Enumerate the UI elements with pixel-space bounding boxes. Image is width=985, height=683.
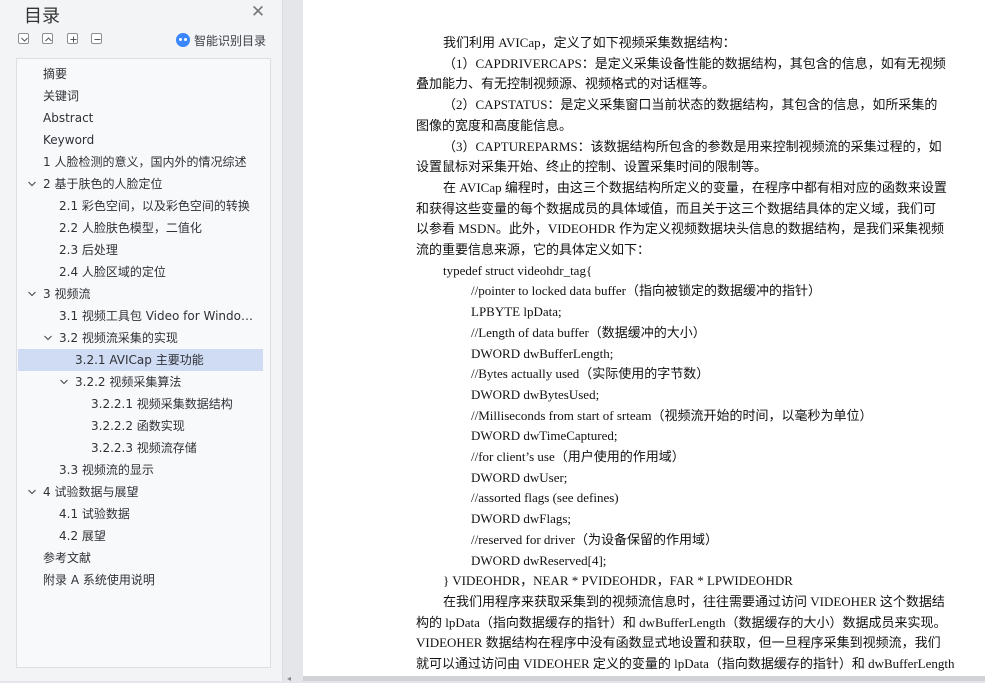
toc-item[interactable]: 2.4 人脸区域的定位 bbox=[18, 261, 263, 283]
toc-item[interactable]: 3.2.2 视频采集算法 bbox=[18, 371, 263, 393]
toc-item[interactable]: 3.3 视频流的显示 bbox=[18, 459, 263, 481]
document-line: 以参看 MSDN。此外，VIDEOHDR 作为定义视频数据块头信息的数据结构，是… bbox=[416, 221, 944, 237]
chevron-down-icon[interactable] bbox=[43, 333, 53, 343]
toc-item[interactable]: 2.1 彩色空间，以及彩色空间的转换 bbox=[18, 195, 263, 217]
document-line: 我们利用 AVICap，定义了如下视频采集数据结构： bbox=[443, 35, 736, 50]
document-line: DWORD dwFlags; bbox=[471, 511, 572, 527]
document-line: 和获得这些变量的每个数据成员的具体域值，而且关于这三个数据结具体的定义域，我们可 bbox=[416, 200, 937, 216]
document-line: 在我们用程序来获取采集到的视频流信息时，往往需要通过访问 VIDEOHER 这个… bbox=[443, 593, 945, 609]
document-line: 构的 lpData（指向数据缓存的指针）和 dwBufferLength（数据缓… bbox=[416, 614, 947, 630]
document-page[interactable]: 我们利用 AVICap，定义了如下视频采集数据结构： （1）CAPDRIVERCA… bbox=[303, 0, 985, 681]
toc-item-label: 3 视频流 bbox=[43, 287, 91, 301]
document-line: DWORD dwReserved[4]; bbox=[471, 552, 607, 568]
chevron-down-icon[interactable] bbox=[27, 289, 37, 299]
document-line: } VIDEOHDR，NEAR * PVIDEOHDR，FAR * LPWIDE… bbox=[443, 573, 793, 589]
toc-item[interactable]: 关键词 bbox=[18, 85, 263, 107]
toc-item-label: 摘要 bbox=[43, 67, 68, 81]
toc-item-label: 3.2 视频流采集的实现 bbox=[59, 331, 178, 345]
close-icon[interactable]: ✕ bbox=[249, 3, 267, 21]
document-line: //reserved for driver（为设备保留的作用域） bbox=[471, 531, 718, 547]
toc-panel: 目录 ✕ 智能识别目录 摘要关键词 Abstract Keyword 1 人脸检测的意… bbox=[0, 0, 283, 681]
toc-panel-title: 目录 bbox=[24, 6, 60, 27]
scroll-left-icon[interactable]: ◂ bbox=[287, 674, 297, 683]
document-line: 在 AVICap 编程时，由这三个数据结构所定义的变量，在程序中都有相对应的函数… bbox=[443, 179, 947, 195]
add-heading-icon[interactable] bbox=[67, 33, 78, 44]
toc-item-label: 1 人脸检测的意义，国内外的情况综述 bbox=[43, 155, 247, 169]
document-line: VIDEOHER 数据结构在程序中没有函数显式地设置和获取，但一旦程序采集到视频… bbox=[416, 635, 941, 651]
document-line: //Length of data buffer（数据缓冲的大小） bbox=[471, 324, 706, 340]
toc-item[interactable]: 3.1 视频工具包 Video for Windows bbox=[18, 305, 263, 327]
toc-item-label: 3.1 视频工具包 Video for Windows bbox=[59, 309, 258, 323]
document-line: LPBYTE lpData; bbox=[471, 304, 562, 320]
document-line: 叠加能力、有无控制视频源、视频格式的对话框等。 bbox=[416, 76, 716, 92]
remove-heading-icon[interactable] bbox=[91, 33, 102, 44]
toc-item-label: 2 基于肤色的人脸定位 bbox=[43, 177, 163, 191]
toc-item-label: 2.3 后处理 bbox=[59, 243, 118, 257]
toc-item[interactable]: 4.1 试验数据 bbox=[18, 503, 263, 525]
document-line: DWORD dwTimeCaptured; bbox=[471, 428, 618, 444]
toc-item-label: 附录 A 系统使用说明 bbox=[43, 573, 155, 587]
toc-item[interactable]: 2.3 后处理 bbox=[18, 239, 263, 261]
toc-item[interactable]: 4 试验数据与展望 bbox=[18, 481, 263, 503]
chevron-down-icon[interactable] bbox=[59, 377, 69, 387]
toc-item[interactable]: 3.2.2.1 视频采集数据结构 bbox=[18, 393, 263, 415]
toc-item-label: 3.2.2.3 视频流存储 bbox=[91, 441, 197, 455]
chevron-down-icon[interactable] bbox=[27, 179, 37, 189]
toc-item[interactable]: 参考文献 bbox=[18, 547, 263, 569]
document-line: typedef struct videohdr_tag{ bbox=[443, 262, 593, 278]
toc-item[interactable]: 3.2.2.3 视频流存储 bbox=[18, 437, 263, 459]
document-line: （3）CAPTUREPARMS：该数据结构所包含的参数是用来控制视频流的采集过程… bbox=[443, 138, 942, 154]
document-line: DWORD dwBufferLength; bbox=[471, 345, 614, 361]
toc-item[interactable]: 3.2.1 AVICap 主要功能 bbox=[18, 349, 263, 371]
toc-item[interactable]: Keyword bbox=[18, 129, 263, 151]
toc-item[interactable]: 3.2 视频流采集的实现 bbox=[18, 327, 263, 349]
toc-item-label: 4.2 展望 bbox=[59, 529, 106, 543]
toc-item[interactable]: 2 基于肤色的人脸定位 bbox=[18, 173, 263, 195]
toc-item[interactable]: 3 视频流 bbox=[18, 283, 263, 305]
document-line: 图像的宽度和高度能信息。 bbox=[416, 117, 573, 133]
document-line: //for client’s use（用户使用的作用域） bbox=[471, 449, 685, 464]
document-line: 流的重要信息来源，它的具体定义如下： bbox=[416, 242, 651, 257]
expand-all-icon[interactable] bbox=[18, 33, 29, 44]
document-line: 就可以通过访问由 VIDEOHER 定义的变量的 lpData（指向数据缓存的指… bbox=[416, 656, 955, 671]
toc-item-label: 2.1 彩色空间，以及彩色空间的转换 bbox=[59, 199, 250, 213]
toc-item-label: 关键词 bbox=[43, 89, 80, 103]
toc-item-label: 4 试验数据与展望 bbox=[43, 485, 139, 499]
toc-item[interactable]: 摘要 bbox=[18, 63, 263, 85]
toc-item-label: Keyword bbox=[43, 133, 95, 147]
toc-item[interactable]: 1 人脸检测的意义，国内外的情况综述 bbox=[18, 151, 263, 173]
document-line: //assorted flags (see defines) bbox=[471, 490, 619, 506]
toc-item-label: 2.4 人脸区域的定位 bbox=[59, 265, 166, 279]
toc-item[interactable]: 3.2.2.2 函数实现 bbox=[18, 415, 263, 437]
smart-recognize-toc-button[interactable]: 智能识别目录 bbox=[176, 32, 266, 48]
collapse-all-icon[interactable] bbox=[42, 33, 53, 44]
smart-recognize-toc-label: 智能识别目录 bbox=[194, 33, 267, 48]
document-line: 设置鼠标对采集开始、终止的控制、设置采集时间的限制等。 bbox=[416, 159, 768, 175]
toc-item-label: 4.1 试验数据 bbox=[59, 507, 130, 521]
toc-item-label: 3.2.2.1 视频采集数据结构 bbox=[91, 397, 233, 411]
document-line: //Milliseconds from start of srteam（视频流开… bbox=[471, 407, 873, 423]
horizontal-scrollbar[interactable] bbox=[303, 676, 985, 681]
toc-item[interactable]: 附录 A 系统使用说明 bbox=[18, 569, 263, 591]
toc-item-label: 3.2.1 AVICap 主要功能 bbox=[75, 353, 204, 367]
robot-icon bbox=[176, 33, 190, 47]
toc-item-label: Abstract bbox=[43, 111, 94, 125]
document-line: （2）CAPSTATUS：是定义采集窗口当前状态的数据结构，其包含的信息，如所采… bbox=[443, 97, 938, 113]
toc-item-label: 3.2.2 视频采集算法 bbox=[75, 375, 182, 389]
toc-item-label: 3.3 视频流的显示 bbox=[59, 463, 154, 477]
toc-item[interactable]: Abstract bbox=[18, 107, 263, 129]
document-line: //pointer to locked data buffer（指向被锁定的数据… bbox=[471, 283, 821, 299]
chevron-down-icon[interactable] bbox=[27, 487, 37, 497]
toc-item-label: 2.2 人脸肤色模型，二值化 bbox=[59, 221, 202, 235]
document-line: DWORD dwBytesUsed; bbox=[471, 386, 600, 402]
document-line: （1）CAPDRIVERCAPS：是定义采集设备性能的数据结构，其包含的信息，如… bbox=[443, 55, 946, 71]
toc-item[interactable]: 4.2 展望 bbox=[18, 525, 263, 547]
toc-item[interactable]: 2.2 人脸肤色模型，二值化 bbox=[18, 217, 263, 239]
document-line: //Bytes actually used（实际使用的字节数） bbox=[471, 366, 710, 382]
toc-tree: 摘要关键词 Abstract Keyword 1 人脸检测的意义，国内外的情况综述 2 … bbox=[16, 58, 271, 668]
toc-item-label: 参考文献 bbox=[43, 551, 92, 565]
document-line: DWORD dwUser; bbox=[471, 469, 568, 485]
toc-item-label: 3.2.2.2 函数实现 bbox=[91, 419, 185, 433]
